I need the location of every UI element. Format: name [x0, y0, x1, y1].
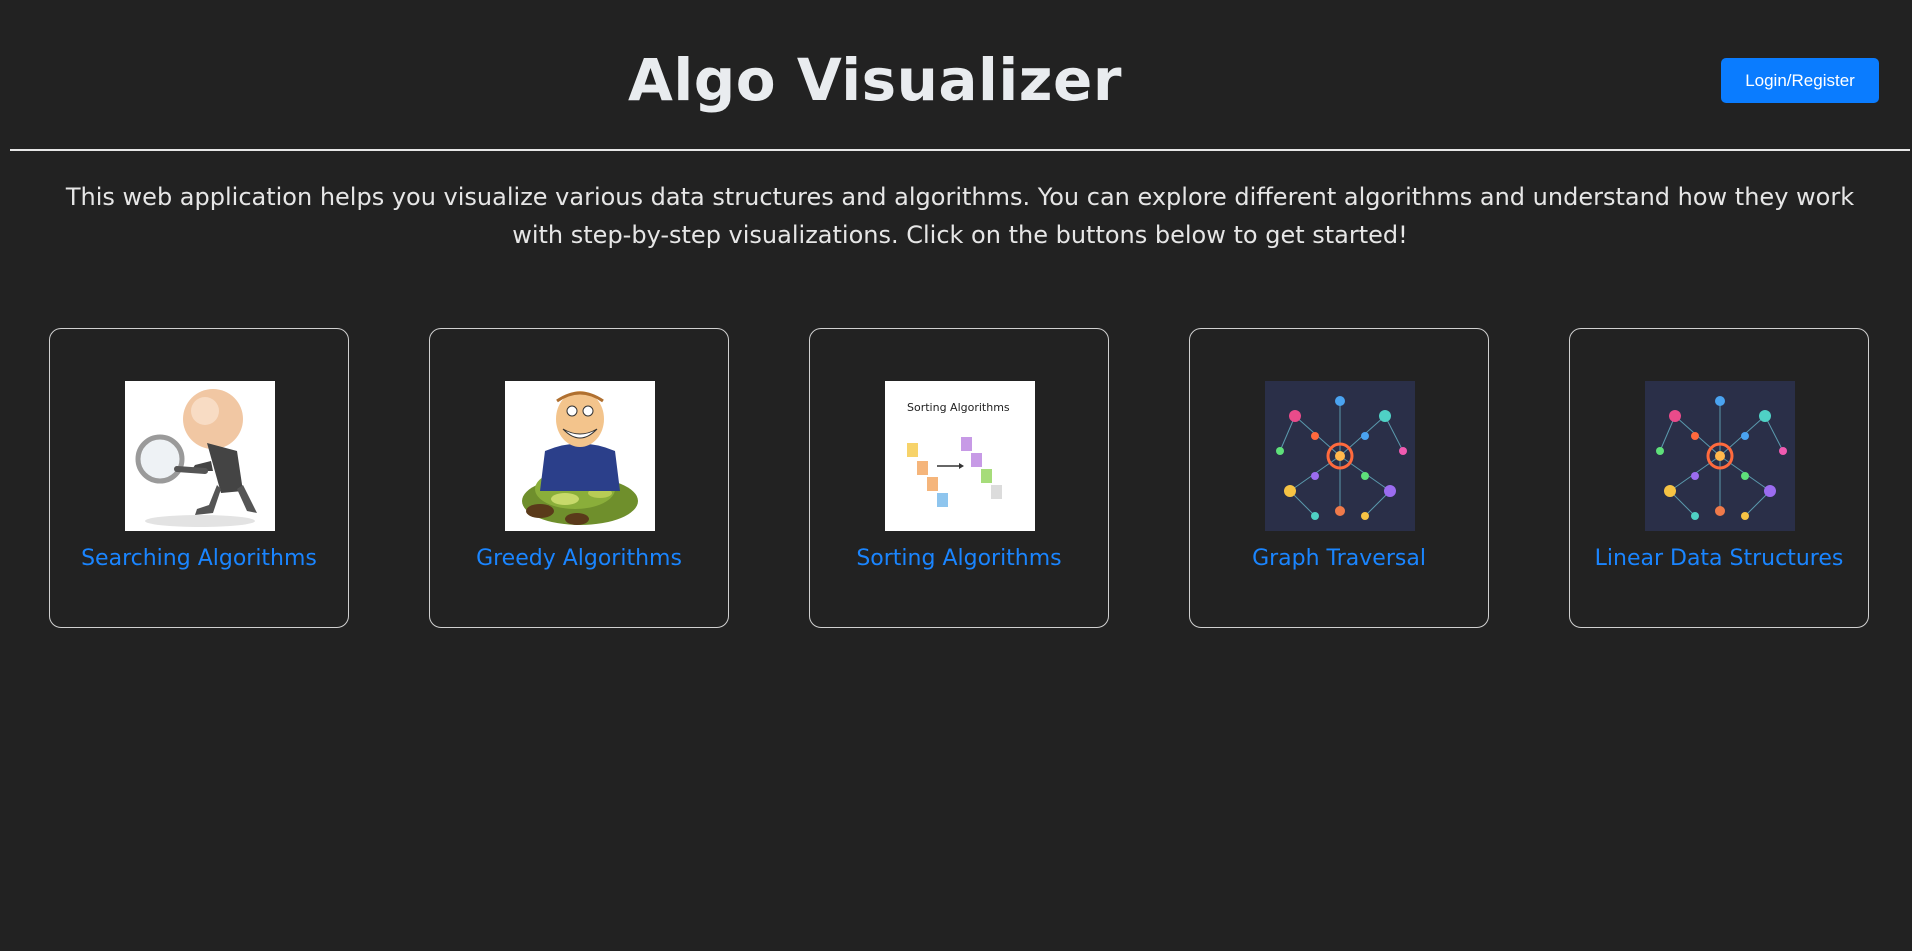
card-greedy-algorithms[interactable]: Greedy Algorithms: [429, 328, 729, 628]
page-title: Algo Visualizer: [628, 46, 1122, 114]
card-label[interactable]: Graph Traversal: [1190, 546, 1488, 571]
greedy-algorithms-image: [505, 381, 655, 531]
header: Algo Visualizer Login/Register: [0, 0, 1912, 151]
searching-algorithms-image: [125, 381, 275, 531]
login-register-button[interactable]: Login/Register: [1721, 58, 1879, 103]
svg-text:Sorting Algorithms: Sorting Algorithms: [907, 401, 1010, 414]
card-label[interactable]: Greedy Algorithms: [430, 546, 728, 571]
card-label[interactable]: Searching Algorithms: [50, 546, 348, 571]
graph-traversal-image: [1265, 381, 1415, 531]
card-linear-data-structures[interactable]: Linear Data Structures: [1569, 328, 1869, 628]
linear-data-structures-image: [1645, 381, 1795, 531]
card-label[interactable]: Sorting Algorithms: [810, 546, 1108, 571]
card-graph-traversal[interactable]: Graph Traversal: [1189, 328, 1489, 628]
card-label[interactable]: Linear Data Structures: [1570, 546, 1868, 571]
card-searching-algorithms[interactable]: Searching Algorithms: [49, 328, 349, 628]
header-divider: [10, 149, 1910, 151]
card-sorting-algorithms[interactable]: Sorting Algorithms Sorting Algorithms: [809, 328, 1109, 628]
intro-text: This web application helps you visualize…: [65, 183, 1855, 249]
sorting-algorithms-image: Sorting Algorithms: [885, 381, 1035, 531]
